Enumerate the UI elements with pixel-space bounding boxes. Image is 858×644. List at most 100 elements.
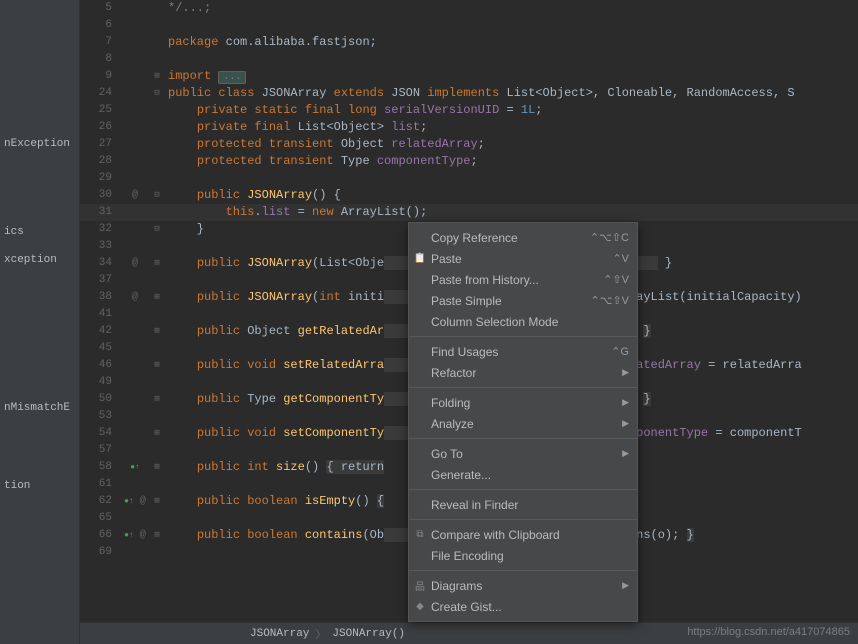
menu-item-copy-reference[interactable]: Copy Reference⌃⌥⇧C xyxy=(409,227,637,248)
code-line[interactable]: 7package com.alibaba.fastjson; xyxy=(80,34,858,51)
code-text[interactable]: this.list = new ArrayList(); xyxy=(164,204,427,221)
fold-toggle[interactable] xyxy=(150,119,164,136)
menu-item-find-usages[interactable]: Find Usages⌃G xyxy=(409,341,637,362)
code-text[interactable] xyxy=(164,306,168,323)
fold-toggle[interactable] xyxy=(150,238,164,255)
code-line[interactable]: 24⊟public class JSONArray extends JSON i… xyxy=(80,85,858,102)
code-text[interactable] xyxy=(164,51,168,68)
breadcrumb-segment[interactable]: JSONArray() xyxy=(332,628,405,640)
breadcrumb-segment[interactable]: JSONArray xyxy=(250,628,309,640)
gutter-marker[interactable] xyxy=(120,510,150,527)
code-text[interactable] xyxy=(164,340,168,357)
fold-toggle[interactable]: ⊞ xyxy=(150,459,164,476)
code-text[interactable] xyxy=(164,544,168,561)
fold-toggle[interactable] xyxy=(150,544,164,561)
gutter-marker[interactable] xyxy=(120,425,150,442)
gutter-marker[interactable] xyxy=(120,374,150,391)
code-line[interactable]: 30@⊟ public JSONArray() { xyxy=(80,187,858,204)
code-text[interactable] xyxy=(164,408,168,425)
menu-item-analyze[interactable]: Analyze▶ xyxy=(409,413,637,434)
gutter-marker[interactable] xyxy=(120,323,150,340)
code-text[interactable] xyxy=(164,374,168,391)
gutter-marker[interactable] xyxy=(120,119,150,136)
code-text[interactable]: public boolean isEmpty() { xyxy=(164,493,384,510)
code-text[interactable]: package com.alibaba.fastjson; xyxy=(164,34,377,51)
fold-toggle[interactable] xyxy=(150,34,164,51)
fold-toggle[interactable]: ⊟ xyxy=(150,187,164,204)
gutter-marker[interactable]: @ xyxy=(120,187,150,204)
menu-item-create-gist[interactable]: ◆Create Gist... xyxy=(409,596,637,617)
fold-toggle[interactable]: ⊞ xyxy=(150,255,164,272)
menu-item-refactor[interactable]: Refactor▶ xyxy=(409,362,637,383)
gutter-marker[interactable] xyxy=(120,68,150,85)
code-text[interactable] xyxy=(164,17,168,34)
code-line[interactable]: 28 protected transient Type componentTyp… xyxy=(80,153,858,170)
code-text[interactable] xyxy=(164,510,168,527)
menu-item-compare-with-clipboard[interactable]: ⧉Compare with Clipboard xyxy=(409,524,637,545)
fold-toggle[interactable] xyxy=(150,306,164,323)
code-text[interactable]: protected transient Type componentType; xyxy=(164,153,478,170)
code-text[interactable]: */...; xyxy=(164,0,211,17)
gutter-marker[interactable] xyxy=(120,136,150,153)
gutter-marker[interactable] xyxy=(120,153,150,170)
menu-item-folding[interactable]: Folding▶ xyxy=(409,392,637,413)
gutter-marker[interactable] xyxy=(120,34,150,51)
gutter-marker[interactable]: ●↑ @ xyxy=(120,527,150,544)
code-line[interactable]: 8 xyxy=(80,51,858,68)
fold-toggle[interactable]: ⊟ xyxy=(150,221,164,238)
gutter-marker[interactable] xyxy=(120,102,150,119)
gutter-marker[interactable] xyxy=(120,408,150,425)
menu-item-paste-simple[interactable]: Paste Simple⌃⌥⇧V xyxy=(409,290,637,311)
fold-toggle[interactable]: ⊞ xyxy=(150,391,164,408)
gutter-marker[interactable]: @ xyxy=(120,289,150,306)
menu-item-go-to[interactable]: Go To▶ xyxy=(409,443,637,464)
fold-toggle[interactable] xyxy=(150,476,164,493)
gutter-marker[interactable] xyxy=(120,476,150,493)
gutter-marker[interactable] xyxy=(120,85,150,102)
gutter-marker[interactable] xyxy=(120,391,150,408)
gutter-marker[interactable] xyxy=(120,204,150,221)
gutter-marker[interactable]: ●↑ xyxy=(120,459,150,476)
code-text[interactable] xyxy=(164,272,168,289)
gutter-marker[interactable] xyxy=(120,221,150,238)
menu-item-column-selection-mode[interactable]: Column Selection Mode xyxy=(409,311,637,332)
code-text[interactable]: public JSONArray() { xyxy=(164,187,341,204)
fold-toggle[interactable]: ⊞ xyxy=(150,68,164,85)
structure-item[interactable]: nException xyxy=(0,130,79,158)
structure-item[interactable]: tion xyxy=(0,472,79,500)
menu-item-generate[interactable]: Generate... xyxy=(409,464,637,485)
fold-toggle[interactable] xyxy=(150,0,164,17)
gutter-marker[interactable] xyxy=(120,51,150,68)
fold-toggle[interactable] xyxy=(150,340,164,357)
fold-toggle[interactable] xyxy=(150,153,164,170)
code-text[interactable]: private final List<Object> list; xyxy=(164,119,427,136)
code-line[interactable]: 27 protected transient Object relatedArr… xyxy=(80,136,858,153)
gutter-marker[interactable] xyxy=(120,442,150,459)
code-text[interactable]: protected transient Object relatedArray; xyxy=(164,136,485,153)
fold-toggle[interactable]: ⊞ xyxy=(150,357,164,374)
code-text[interactable] xyxy=(164,442,168,459)
code-line[interactable]: 6 xyxy=(80,17,858,34)
fold-toggle[interactable]: ⊟ xyxy=(150,85,164,102)
gutter-marker[interactable] xyxy=(120,306,150,323)
code-text[interactable]: import ... xyxy=(164,68,246,85)
fold-toggle[interactable] xyxy=(150,17,164,34)
fold-toggle[interactable] xyxy=(150,51,164,68)
fold-toggle[interactable] xyxy=(150,374,164,391)
fold-toggle[interactable] xyxy=(150,102,164,119)
gutter-marker[interactable] xyxy=(120,0,150,17)
code-text[interactable] xyxy=(164,170,168,187)
code-line[interactable]: 9⊞import ... xyxy=(80,68,858,85)
structure-panel[interactable]: nException ics xception nMismatchE tion xyxy=(0,0,80,644)
code-text[interactable] xyxy=(164,238,168,255)
fold-toggle[interactable] xyxy=(150,204,164,221)
fold-toggle[interactable]: ⊞ xyxy=(150,527,164,544)
gutter-marker[interactable] xyxy=(120,340,150,357)
code-text[interactable]: } xyxy=(164,221,204,238)
gutter-marker[interactable] xyxy=(120,272,150,289)
context-menu[interactable]: Copy Reference⌃⌥⇧C📋Paste⌃VPaste from His… xyxy=(408,222,638,622)
fold-toggle[interactable]: ⊞ xyxy=(150,493,164,510)
fold-toggle[interactable] xyxy=(150,408,164,425)
code-line[interactable]: 25 private static final long serialVersi… xyxy=(80,102,858,119)
code-text[interactable] xyxy=(164,476,168,493)
